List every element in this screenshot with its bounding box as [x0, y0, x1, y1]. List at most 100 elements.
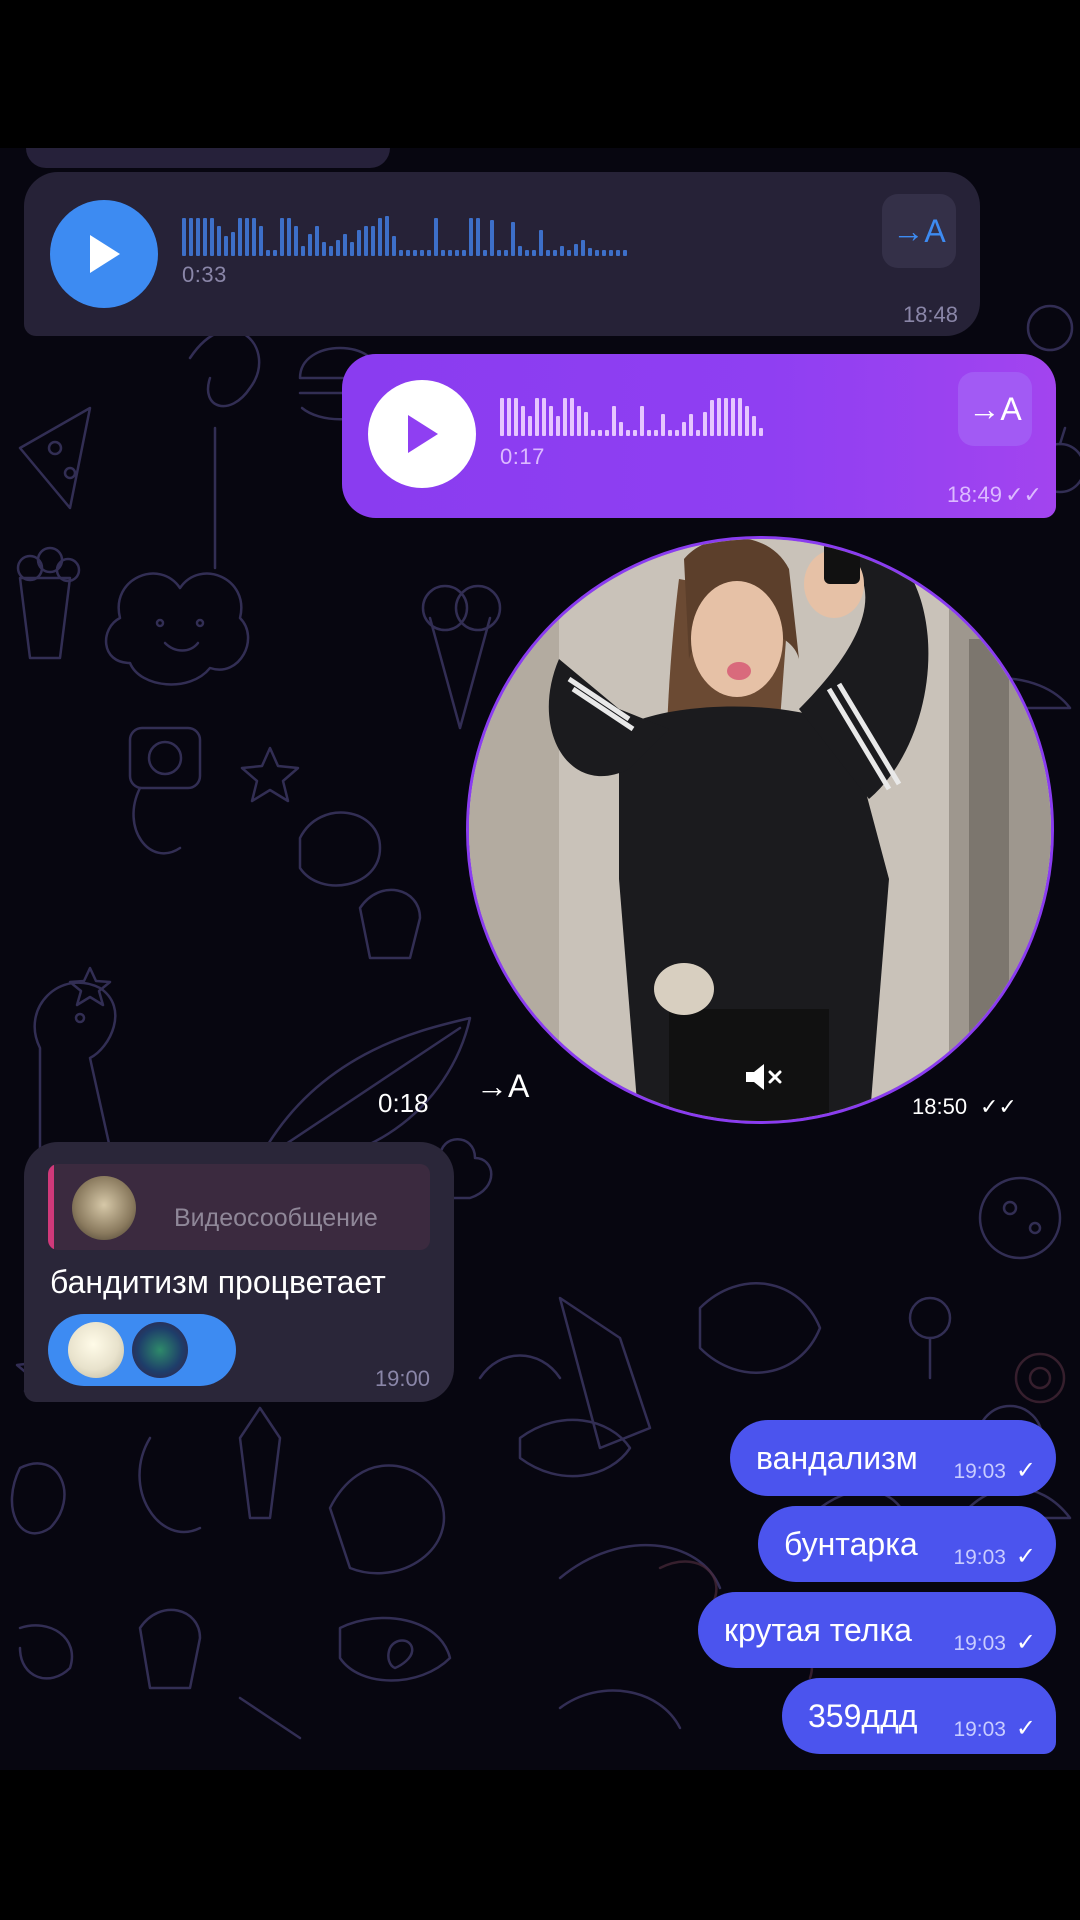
sent-check-icon: ✓ [1015, 1629, 1036, 1656]
outgoing-message[interactable]: 359ддд 19:03 ✓ [782, 1678, 1056, 1754]
message-time: 18:49 [946, 482, 1002, 507]
waveform-bar [514, 398, 518, 436]
message-text: бунтарка [784, 1526, 918, 1562]
waveform-bar [574, 244, 578, 256]
message-time: 19:03 [953, 1718, 1006, 1741]
waveform-bar [476, 218, 480, 256]
waveform-bar [560, 246, 564, 256]
waveform-bar [521, 406, 525, 436]
waveform-bar [357, 230, 361, 256]
waveform-bar [546, 250, 550, 256]
reactions-pill[interactable] [48, 1314, 236, 1386]
message-time: 18:48 [902, 302, 958, 327]
waveform-bar [500, 398, 504, 436]
waveform-bar [567, 250, 571, 256]
outgoing-message[interactable]: вандализм 19:03 ✓ [730, 1420, 1056, 1496]
sent-check-icon: ✓ [1015, 1457, 1036, 1484]
waveform-bar [483, 250, 487, 256]
quote-label: Видеосообщение [174, 1204, 378, 1232]
waveform-bar [591, 430, 595, 436]
waveform-bar [301, 246, 305, 256]
message-time: 19:03 [953, 1546, 1006, 1569]
message-text: бандитизм процветает [50, 1264, 386, 1300]
waveform-bar [626, 430, 630, 436]
video-message-circle[interactable] [466, 536, 1054, 1124]
reply-quote[interactable]: Видеосообщение [48, 1164, 430, 1250]
voice-message-outgoing[interactable]: 0:17 →A 18:49 ✓✓ [342, 354, 1056, 518]
waveform-bar [633, 430, 637, 436]
waveform-bar [469, 218, 473, 256]
waveform-bar [602, 250, 606, 256]
waveform-bar [717, 398, 721, 436]
waveform-bar [448, 250, 452, 256]
waveform-bar [532, 250, 536, 256]
waveform-bar [724, 398, 728, 436]
waveform-bar [507, 398, 511, 436]
transcribe-button[interactable]: →A [476, 1068, 529, 1105]
waveform-bar [329, 246, 333, 256]
waveform-bar [315, 226, 319, 256]
waveform-bar [441, 250, 445, 256]
waveform-bar [245, 218, 249, 256]
message-time: 19:03 [953, 1632, 1006, 1655]
waveform-bar [196, 218, 200, 256]
waveform-bar [378, 218, 382, 256]
voice-waveform[interactable] [182, 212, 627, 256]
play-button[interactable] [368, 380, 476, 488]
reply-message-incoming[interactable]: Видеосообщение бандитизм процветает 19:0… [24, 1142, 454, 1402]
waveform-bar [619, 422, 623, 436]
waveform-bar [189, 218, 193, 256]
waveform-bar [588, 248, 592, 256]
waveform-bar [371, 226, 375, 256]
waveform-bar [413, 250, 417, 256]
transcribe-button[interactable]: →A [958, 372, 1032, 446]
outgoing-message[interactable]: крутая телка 19:03 ✓ [698, 1592, 1056, 1668]
waveform-bar [420, 250, 424, 256]
waveform-bar [528, 416, 532, 436]
waveform-bar [280, 218, 284, 256]
play-icon [408, 415, 438, 453]
transcribe-button[interactable]: →A [882, 194, 956, 268]
message-time: 19:00 [374, 1366, 430, 1391]
waveform-bar [612, 406, 616, 436]
waveform-bar [504, 250, 508, 256]
waveform-bar [497, 250, 501, 256]
waveform-bar [511, 222, 515, 256]
outgoing-message[interactable]: бунтарка 19:03 ✓ [758, 1506, 1056, 1582]
video-duration: 0:18 [378, 1088, 429, 1118]
waveform-bar [738, 398, 742, 436]
waveform-bar [696, 430, 700, 436]
play-icon [90, 235, 120, 273]
muted-icon[interactable] [740, 1060, 784, 1094]
voice-waveform[interactable] [500, 392, 763, 436]
waveform-bar [266, 250, 270, 256]
waveform-bar [595, 250, 599, 256]
waveform-bar [350, 242, 354, 256]
waveform-bar [392, 236, 396, 256]
waveform-bar [224, 236, 228, 256]
video-frame-image [469, 539, 1051, 1121]
waveform-bar [668, 430, 672, 436]
waveform-bar [616, 250, 620, 256]
waveform-bar [654, 430, 658, 436]
waveform-bar [535, 398, 539, 436]
waveform-bar [549, 406, 553, 436]
waveform-bar [518, 246, 522, 256]
reaction-heart-sticker[interactable] [68, 1322, 124, 1378]
waveform-bar [682, 422, 686, 436]
waveform-bar [336, 240, 340, 256]
read-checkmarks-icon: ✓✓ [1005, 482, 1042, 507]
waveform-bar [581, 240, 585, 256]
waveform-bar [703, 412, 707, 436]
waveform-bar [570, 398, 574, 436]
waveform-bar [322, 242, 326, 256]
play-button[interactable] [50, 200, 158, 308]
message-time: 18:50 [912, 1094, 968, 1119]
waveform-bar [210, 218, 214, 256]
read-checkmarks-icon: ✓✓ [980, 1094, 1017, 1119]
voice-message-incoming[interactable]: 0:33 →A 18:48 [24, 172, 980, 336]
quote-accent-bar [48, 1164, 54, 1250]
waveform-bar [525, 250, 529, 256]
waveform-bar [605, 430, 609, 436]
waveform-bar [182, 218, 186, 256]
